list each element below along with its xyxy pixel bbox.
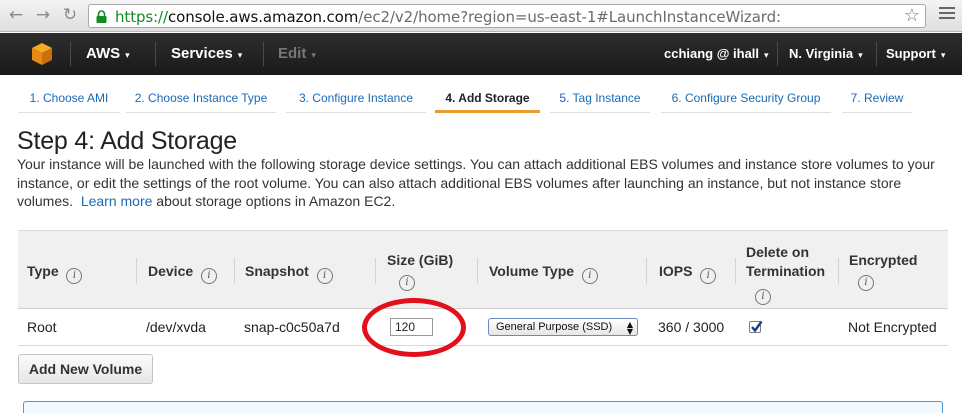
volume-type-header-label: Volume Type [489,263,575,279]
info-icon[interactable]: i [755,289,771,305]
region-menu-label: N. Virginia [789,46,854,61]
delete-on-termination-checkbox[interactable] [749,320,763,333]
column-header-delete-on-termination[interactable]: Delete on Termination i [746,243,846,305]
row-encrypted: Not Encrypted [848,319,937,335]
info-icon[interactable]: i [700,268,717,284]
step-configure-security-group[interactable]: 6. Configure Security Group [661,85,831,113]
region-menu[interactable]: N. Virginia ▾ [789,33,863,75]
address-bar[interactable]: https://console.aws.amazon.com/ec2/v2/ho… [88,4,926,28]
encrypted-header-label: Encrypted [849,252,918,268]
aws-menu[interactable]: AWS ▾ [86,33,130,75]
step-review[interactable]: 7. Review [842,85,912,113]
learn-more-link[interactable]: Learn more [81,193,153,209]
user-menu-label: cchiang @ ihall [664,46,760,61]
table-header: Type i Device i Snapshot i Size (GiB) i V… [18,230,948,309]
aws-cube-logo-icon[interactable] [31,42,53,66]
column-header-encrypted[interactable]: Encrypted i [849,252,939,291]
delete-header-line-1: Delete on [746,244,810,260]
volume-type-select[interactable]: General Purpose (SSD) ▲ ▼ [488,318,638,336]
column-header-volume-type[interactable]: Volume Type i [489,263,598,284]
checkmark-icon [751,320,763,333]
chevron-down-icon: ▾ [940,51,946,61]
chevron-down-icon: ▾ [311,51,316,61]
iops-header-label: IOPS [659,263,693,279]
info-icon[interactable]: i [200,268,217,284]
browser-toolbar: ← → ↻ https://console.aws.amazon.com/ec2… [0,0,962,32]
support-menu-label: Support [886,46,936,61]
intro-text: Your instance will be launched with the … [17,156,935,209]
back-icon[interactable]: ← [6,4,26,26]
support-menu[interactable]: Support ▾ [886,33,945,75]
page-title: Step 4: Add Storage [17,127,237,155]
step-choose-instance-type[interactable]: 2. Choose Instance Type [126,85,276,113]
column-header-device[interactable]: Device i [148,263,217,284]
column-header-size[interactable]: Size (GiB) i [387,252,467,291]
add-new-volume-button[interactable]: Add New Volume [18,354,153,384]
forward-icon[interactable]: → [33,4,53,26]
info-icon[interactable]: i [581,268,598,284]
info-icon[interactable]: i [399,275,415,291]
row-device: /dev/xvda [146,319,206,335]
column-header-iops[interactable]: IOPS i [659,263,717,284]
row-snapshot: snap-c0c50a7d [244,319,340,335]
intro-suffix: about storage options in Amazon EC2. [156,193,396,209]
info-icon[interactable]: i [66,268,83,284]
device-header-label: Device [148,263,194,279]
url-path: /ec2/v2/home?region=us-east-1#LaunchInst… [358,8,781,26]
annotation-circle [362,298,466,357]
snapshot-header-label: Snapshot [245,263,309,279]
aws-menu-label: AWS [86,45,121,62]
step-add-storage[interactable]: 4. Add Storage [435,85,540,113]
step-configure-instance[interactable]: 3. Configure Instance [286,85,426,113]
delete-header-line-2: Termination [746,263,826,279]
volume-type-value: General Purpose (SSD) [496,321,613,333]
aws-top-nav: AWS ▾ Services ▾ Edit ▾ cchiang @ ihall ▾ N.… [0,33,962,75]
wizard-steps: 1. Choose AMI 2. Choose Instance Type 3.… [18,85,948,113]
storage-table: Type i Device i Snapshot i Size (GiB) i V… [18,230,948,346]
url-scheme: https:// [115,8,168,26]
chevron-down-icon: ▾ [237,51,243,61]
step-tag-instance[interactable]: 5. Tag Instance [550,85,650,113]
url-host: console.aws.amazon.com [167,8,359,26]
intro-paragraph: Your instance will be launched with the … [17,155,952,211]
chevron-down-icon: ▾ [125,51,130,61]
chevron-down-icon: ▾ [764,51,769,61]
hamburger-menu-icon[interactable] [939,7,955,21]
user-menu[interactable]: cchiang @ ihall ▾ [664,33,769,75]
bookmark-star-icon[interactable]: ☆ [904,5,920,26]
lock-icon [96,10,107,23]
step-choose-ami[interactable]: 1. Choose AMI [18,85,120,113]
info-panel [23,401,943,413]
column-header-snapshot[interactable]: Snapshot i [245,263,333,284]
size-header-label: Size (GiB) [387,252,454,268]
reload-icon[interactable]: ↻ [60,4,80,26]
type-header-label: Type [27,263,59,279]
edit-menu-label: Edit [278,45,307,62]
services-menu-label: Services [171,45,233,62]
info-icon[interactable]: i [316,268,333,284]
url-text: https://console.aws.amazon.com/ec2/v2/ho… [115,8,781,26]
select-arrows-icon: ▲ ▼ [626,320,633,336]
services-menu[interactable]: Services ▾ [171,33,242,75]
column-header-type[interactable]: Type i [27,263,83,284]
row-iops: 360 / 3000 [658,319,725,335]
info-icon[interactable]: i [858,275,874,291]
table-row: Root /dev/xvda snap-c0c50a7d 120 General… [18,309,948,346]
chevron-down-icon: ▾ [858,51,863,61]
edit-menu[interactable]: Edit ▾ [278,33,316,75]
row-type: Root [27,319,57,335]
